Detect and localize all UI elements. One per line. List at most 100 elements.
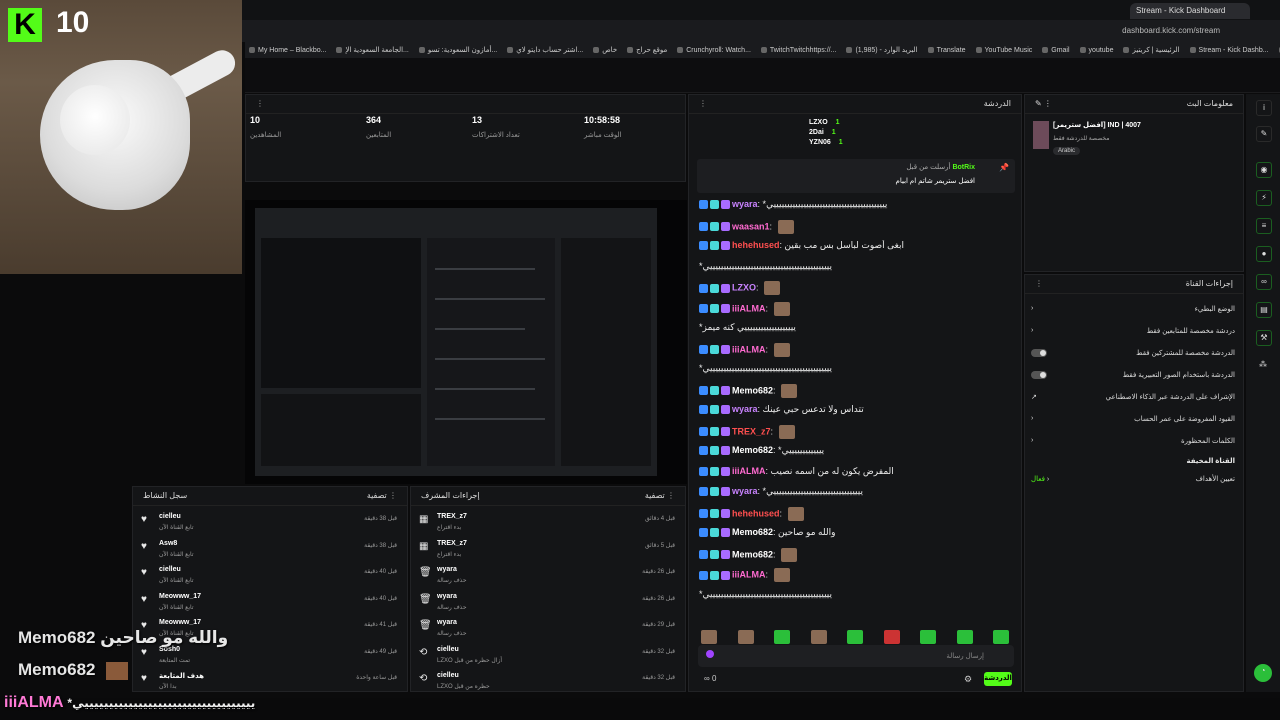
row-name[interactable]: Meowww_17 (159, 619, 201, 626)
chat-username[interactable]: wyara (732, 199, 758, 209)
camera-icon[interactable]: ◉ (1256, 162, 1272, 178)
bookmark-item[interactable]: الجامعة السعودية الإ... (336, 46, 408, 54)
chevron-right-icon[interactable]: › (1031, 327, 1033, 335)
chat-input[interactable]: إرسال رسالة (698, 645, 1014, 667)
more-icon[interactable]: ⋮ (389, 491, 397, 500)
chevron-right-icon[interactable]: › (1031, 415, 1033, 423)
chat-bubble-icon[interactable]: ● (1256, 246, 1272, 262)
nodes-icon[interactable]: ⁂ (1256, 358, 1270, 372)
row-name[interactable]: wyara (437, 593, 457, 600)
bookmark-item[interactable]: اشتر حساب دايتو لاي... (507, 46, 583, 54)
table-icon[interactable]: ▤ (1256, 302, 1272, 318)
emote-icon[interactable] (920, 630, 936, 644)
mod-filter[interactable]: تصفية (645, 491, 665, 500)
chevron-right-icon[interactable]: › (1031, 437, 1033, 445)
chat-username[interactable]: LZXO (732, 282, 756, 292)
emote-icon[interactable] (737, 630, 754, 644)
emote-icon[interactable] (956, 630, 973, 644)
row-name[interactable]: Meowww_17 (159, 593, 201, 600)
more-icon[interactable]: ⋮ (1035, 275, 1043, 293)
lightning-icon[interactable]: ⚡ (1256, 190, 1272, 206)
emote-icon[interactable] (810, 630, 827, 644)
wrench-icon[interactable]: ⚒ (1256, 330, 1272, 346)
bookmark-item[interactable]: Stream - Kick Dashb... (1190, 47, 1269, 54)
bookmark-item[interactable]: موقع حراج (627, 46, 667, 54)
emote-icon[interactable] (993, 630, 1009, 644)
channel-action-row[interactable]: › القيود المفروضة على عمر الحساب (1031, 415, 1235, 423)
emote-icon[interactable] (847, 630, 863, 644)
chevron-right-icon[interactable]: › (1031, 305, 1033, 313)
chat-username[interactable]: wyara (732, 404, 758, 414)
chat-username[interactable]: waasan1 (732, 221, 770, 231)
more-icon[interactable]: ⋮ (256, 95, 264, 113)
toggle-switch[interactable] (1031, 349, 1047, 357)
list-icon[interactable]: ≡ (1256, 218, 1272, 234)
info-icon[interactable]: i (1256, 100, 1272, 116)
channel-action-row[interactable]: › دردشة مخصصة للمتابعين فقط (1031, 327, 1235, 335)
pinned-message[interactable]: أرسلت من قبل BotRix افضل ستريمر شاتم ام … (697, 159, 1015, 193)
chat-username[interactable]: Memo682 (732, 445, 773, 455)
channel-action-row[interactable]: الدردشة باستخدام الصور التعبيرية فقط (1031, 371, 1235, 379)
chat-username[interactable]: wyara (732, 486, 758, 496)
url-text[interactable]: dashboard.kick.com/stream (1122, 26, 1220, 35)
emote-icon[interactable] (883, 630, 900, 644)
row-name[interactable]: Asw8 (159, 540, 177, 547)
row-name[interactable]: TREX_z7 (437, 540, 467, 547)
more-icon[interactable]: ⋮ (667, 491, 675, 500)
chat-username[interactable]: hehehused (732, 240, 780, 250)
toggle-switch[interactable] (1031, 371, 1047, 379)
emoji-picker-icon[interactable] (706, 650, 714, 658)
row-name[interactable]: cielleu (159, 513, 181, 520)
chat-username[interactable]: iiiALMA (732, 344, 766, 354)
set-goals-row[interactable]: فعال › تعيين الأهداف (1031, 475, 1235, 483)
channel-action-row[interactable]: › الكلمات المحظورة (1031, 437, 1235, 445)
row-name[interactable]: cielleu (437, 672, 459, 679)
send-chat-button[interactable]: الدردشة (984, 672, 1012, 686)
external-link-icon[interactable]: ↗ (1031, 393, 1037, 401)
emote-icon[interactable] (701, 630, 717, 644)
chat-message: wyara: تتداس ولا تدعس حبي عينك (699, 404, 1015, 415)
user-badge-icon (699, 345, 708, 354)
chat-username[interactable]: Memo682 (732, 527, 773, 537)
bookmark-item[interactable]: خاص (593, 46, 617, 54)
heart-icon: ♥ (141, 646, 147, 658)
row-subtitle: تمت المتابعة (159, 657, 191, 664)
chat-settings-icon[interactable]: ⚙ (964, 674, 972, 685)
bookmark-item[interactable]: أمازون السعودية: تسو... (419, 46, 497, 54)
edit-icon[interactable]: ✎ ⋮ (1035, 95, 1052, 113)
bookmark-item[interactable]: YouTube Music (976, 47, 1033, 54)
activity-filter[interactable]: تصفية (367, 491, 387, 500)
bookmark-item[interactable]: Translate (928, 47, 966, 54)
bookmark-item[interactable]: youtube (1080, 47, 1114, 54)
row-name[interactable]: TREX_z7 (437, 513, 467, 520)
bookmark-item[interactable]: الرئيسية | كريتيز (1123, 46, 1179, 54)
chat-username[interactable]: hehehused (732, 508, 780, 518)
pin-icon[interactable]: 📌 (999, 163, 1009, 172)
bookmark-item[interactable]: My Home – Blackbo... (249, 47, 326, 54)
bookmark-item[interactable]: TwitchTwitchhttps://... (761, 47, 837, 54)
chat-username[interactable]: Memo682 (732, 385, 773, 395)
links-icon[interactable]: ∞ (1256, 274, 1272, 290)
browser-tab-active[interactable]: Stream - Kick Dashboard (1130, 3, 1250, 19)
pencil-icon[interactable]: ✎ (1256, 126, 1272, 142)
bookmark-item[interactable]: Crunchyroll: Watch... (677, 47, 751, 54)
channel-action-row[interactable]: الدردشة مخصصة للمشتركين فقط (1031, 349, 1235, 357)
row-name[interactable]: cielleu (159, 566, 181, 573)
chat-more-icon[interactable]: ⋮ (699, 95, 707, 113)
chat-username[interactable]: iiiALMA (732, 569, 766, 579)
bookmark-item[interactable]: Gmail (1042, 47, 1069, 54)
row-name[interactable]: wyara (437, 566, 457, 573)
row-name[interactable]: wyara (437, 619, 457, 626)
channel-action-row[interactable]: › الوضع البطيء (1031, 305, 1235, 313)
chat-username[interactable]: iiiALMA (732, 303, 766, 313)
chat-username[interactable]: Memo682 (732, 549, 773, 559)
emote-icon[interactable] (774, 630, 790, 644)
chat-username[interactable]: iiiALMA (732, 466, 766, 476)
help-chat-icon[interactable]: ◔ (1254, 664, 1272, 682)
row-name[interactable]: هدف المتابعة (159, 672, 204, 680)
bookmark-item[interactable]: (1,985) - البريد الوارد (846, 46, 917, 54)
channel-action-row[interactable]: ↗ الإشراف على الدردشة عبر الذكاء الاصطناع… (1031, 393, 1235, 401)
row-name[interactable]: cielleu (437, 646, 459, 653)
activity-row: ♥ هدف المتابعة بدا الآن قبل ساعة واحدة (139, 670, 401, 696)
chat-username[interactable]: TREX_z7 (732, 426, 771, 436)
